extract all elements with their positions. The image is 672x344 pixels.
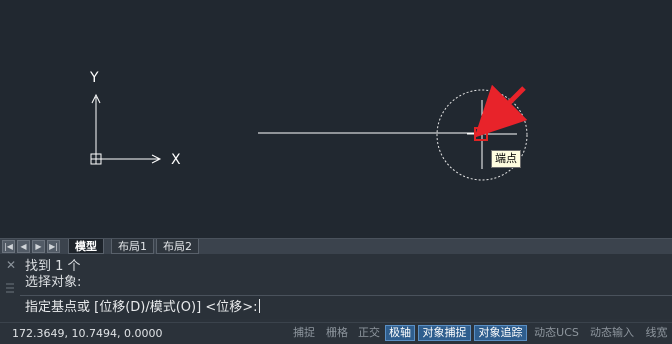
command-history-line: 找到 1 个 [25,259,81,274]
coordinate-readout: 172.3649, 10.7494, 0.0000 [12,327,163,340]
otrack-toggle[interactable]: 对象追踪 [474,325,527,341]
grip-icon[interactable] [0,276,20,322]
next-tab-icon[interactable]: ▶ [32,240,45,253]
axis-x-label: X [171,152,181,168]
command-prompt: 指定基点或 [位移(D)/模式(O)] <位移>: [25,300,258,315]
command-input[interactable]: 指定基点或 [位移(D)/模式(O)] <位移>: [20,295,672,319]
lineweight-toggle[interactable]: 线宽 [641,325,672,341]
ucs-icon [90,93,162,165]
command-panel: ✕ 找到 1 个 选择对象: 指定基点或 [位移(D)/模式(O)] <位移>: [0,254,672,322]
first-tab-icon[interactable]: |◀ [2,240,15,253]
tab-model[interactable]: 模型 [68,239,104,254]
osnap-toggle[interactable]: 对象捕捉 [418,325,471,341]
prev-tab-icon[interactable]: ◀ [17,240,30,253]
snap-tooltip: 端点 [491,150,521,168]
polar-toggle[interactable]: 极轴 [385,325,415,341]
command-history-line: 选择对象: [25,275,82,290]
text-caret [259,299,261,313]
status-bar: 172.3649, 10.7494, 0.0000 捕捉 栅格 正交 极轴 对象… [0,322,672,344]
snap-toggle[interactable]: 捕捉 [290,325,318,341]
drawing-svg: Y X [89,70,528,181]
axis-y-label: Y [89,70,99,86]
tab-layout1[interactable]: 布局1 [111,239,154,254]
grid-toggle[interactable]: 栅格 [323,325,351,341]
layout-tab-bar: |◀ ◀ ▶ ▶| 模型 布局1 布局2 [0,238,672,254]
drawing-canvas[interactable]: Y X 端点 [0,0,672,238]
close-icon[interactable]: ✕ [4,258,18,272]
annotation-arrow [474,84,528,138]
ducs-toggle[interactable]: 动态UCS [530,325,583,341]
dyn-input-toggle[interactable]: 动态输入 [586,325,638,341]
last-tab-icon[interactable]: ▶| [47,240,60,253]
tab-layout2[interactable]: 布局2 [156,239,199,254]
ortho-toggle[interactable]: 正交 [355,325,383,341]
